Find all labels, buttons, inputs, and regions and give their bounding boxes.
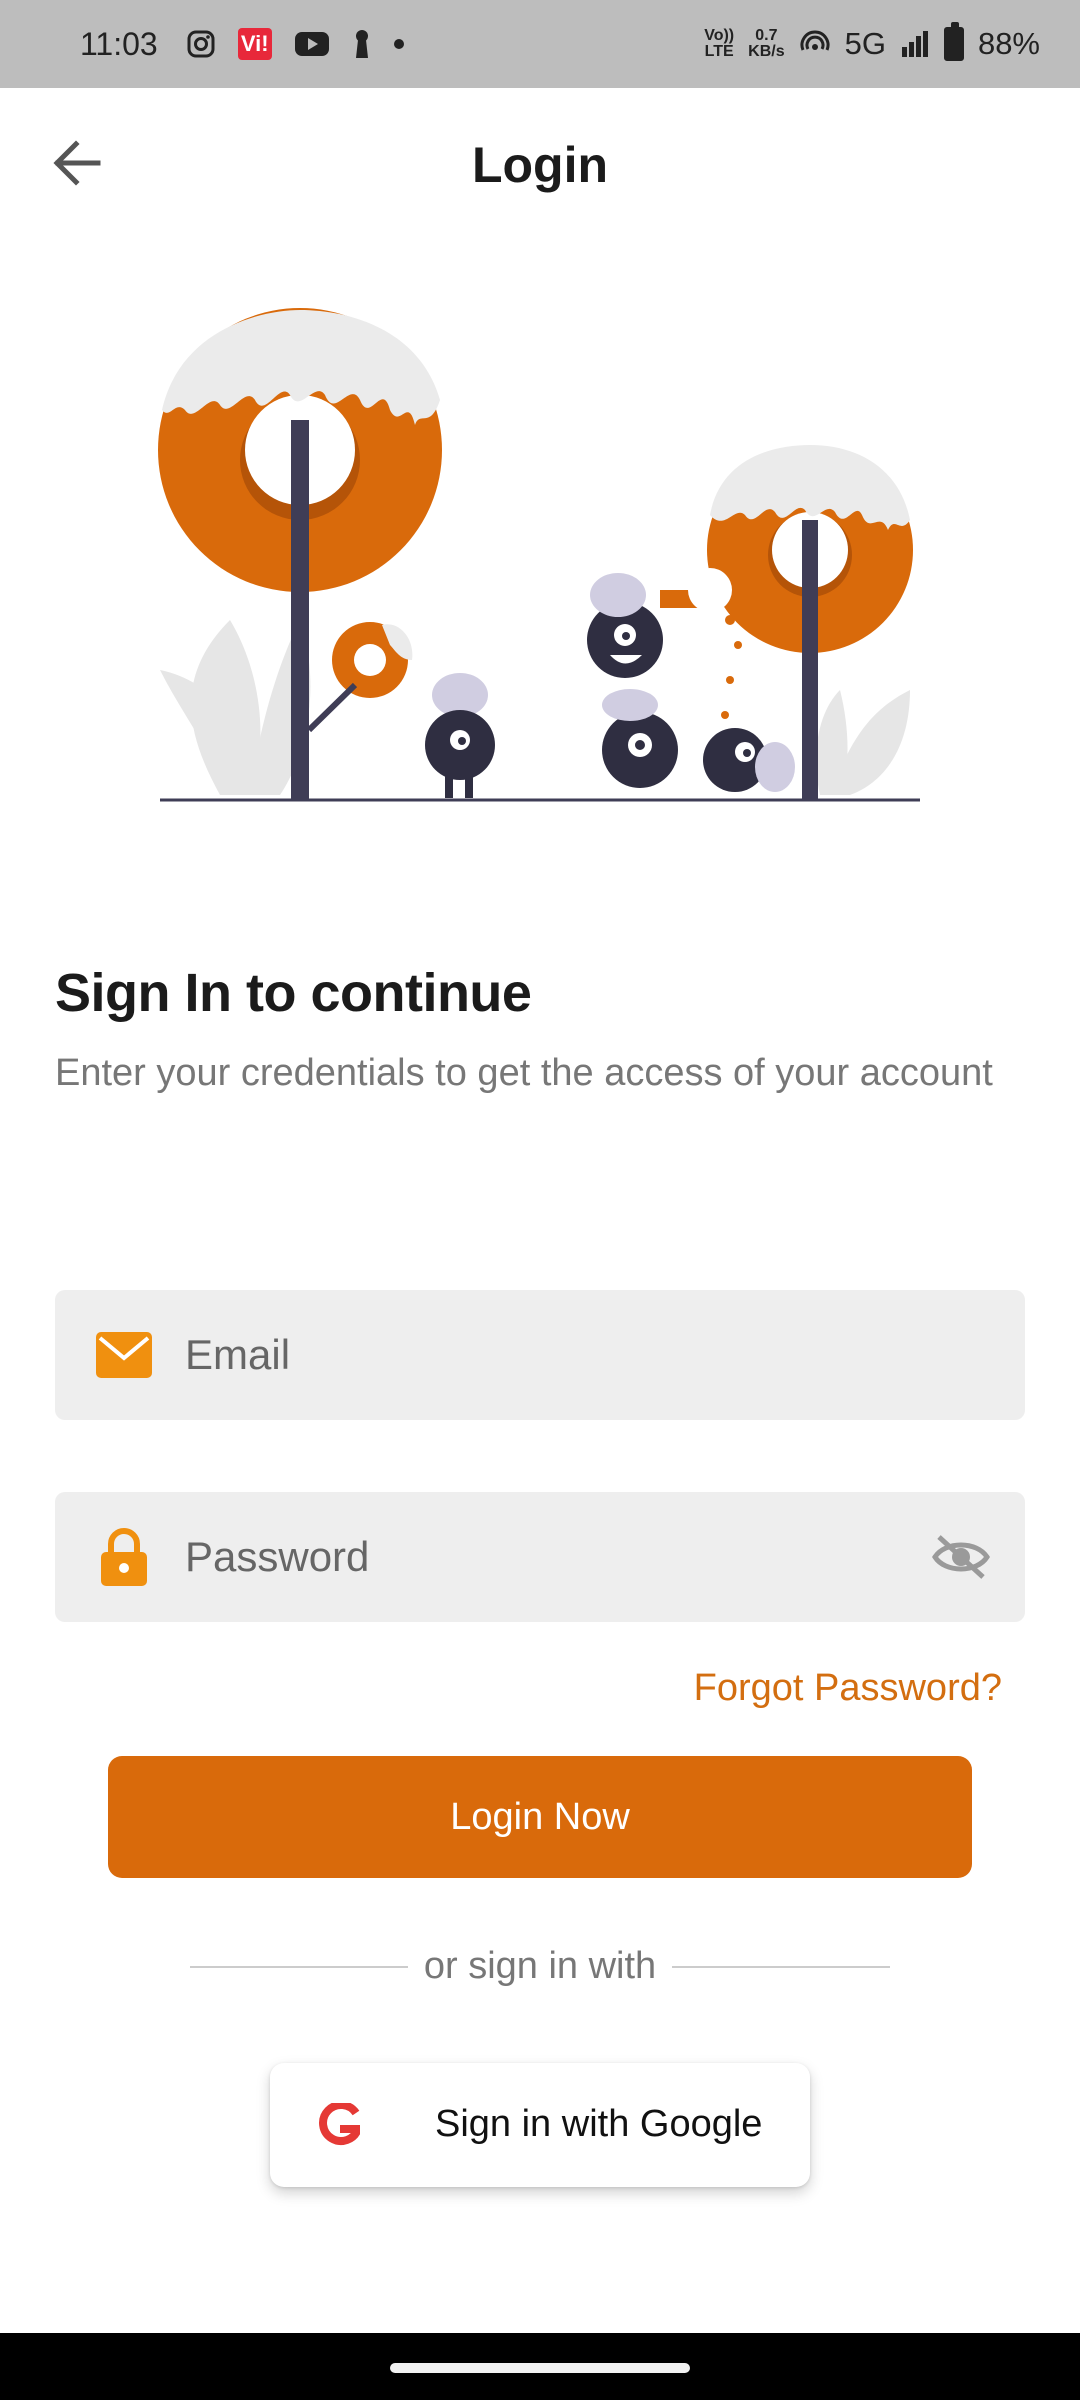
divider-text: or sign in with [423, 1945, 657, 1987]
network-speed-value: 0.7 [755, 27, 778, 44]
status-bar: 11:03 Vi! Vo)) LTE 0.7 KB/s 5G 88% [0, 0, 1080, 88]
google-signin-button[interactable]: Sign in with Google [270, 2063, 810, 2187]
password-visibility-toggle[interactable] [929, 1528, 993, 1586]
volte-icon: Vo)) LTE [704, 28, 734, 60]
status-time: 11:03 [80, 25, 158, 62]
home-gesture-handle[interactable] [390, 2363, 690, 2373]
email-input[interactable] [185, 1331, 885, 1379]
more-notifications-icon [393, 39, 404, 49]
login-button[interactable]: Login Now [108, 1756, 972, 1878]
instagram-icon [186, 29, 216, 59]
network-speed-unit: KB/s [748, 43, 785, 60]
system-nav-bar [0, 2333, 1080, 2400]
page-title: Login [471, 137, 609, 193]
mail-icon [95, 1326, 153, 1384]
keyhole-icon [352, 28, 372, 60]
signin-divider: or sign in with [190, 1945, 891, 1988]
eye-off-icon [932, 1535, 990, 1579]
status-left: 11:03 Vi! [80, 26, 404, 63]
password-input[interactable] [185, 1533, 885, 1581]
lock-icon [95, 1528, 153, 1586]
password-field[interactable] [55, 1492, 1025, 1622]
vi-app-icon: Vi! [237, 28, 272, 60]
app-bar: Login [0, 88, 1080, 243]
network-type: 5G [844, 26, 886, 61]
status-right: Vo)) LTE 0.7 KB/s 5G 88% [704, 22, 1040, 62]
hotspot-icon [799, 30, 831, 58]
google-icon [319, 2103, 360, 2145]
volte-bottom-text: LTE [704, 43, 734, 60]
forgot-password-link[interactable]: Forgot Password? [694, 1667, 1002, 1710]
signin-subtitle: Enter your credentials to get the access… [55, 1052, 993, 1094]
email-field[interactable] [55, 1290, 1025, 1420]
donut-monsters-illustration [158, 308, 920, 802]
volte-top-text: Vo)) [704, 27, 735, 44]
divider-line-left [190, 1965, 408, 1968]
signal-icon [900, 29, 930, 59]
divider-line-right [672, 1965, 891, 1968]
network-speed: 0.7 KB/s [748, 28, 784, 60]
battery-percent: 88% [977, 26, 1040, 61]
signin-headline: Sign In to continue [55, 963, 532, 1023]
battery-icon [943, 22, 964, 61]
youtube-icon [294, 30, 330, 58]
google-signin-label: Sign in with Google [435, 2103, 763, 2145]
